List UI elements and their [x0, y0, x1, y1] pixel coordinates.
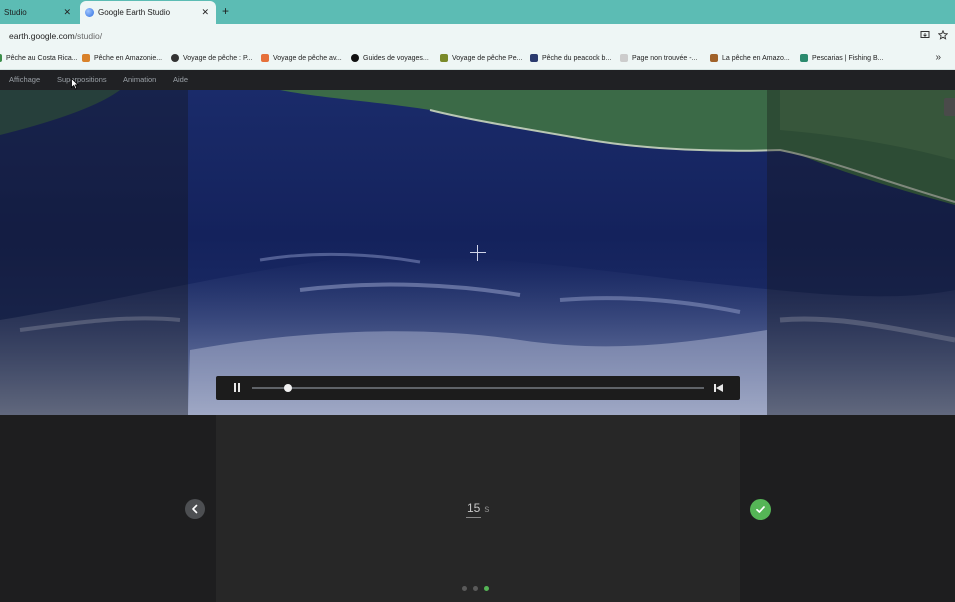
globe-icon — [171, 54, 179, 62]
more-bookmarks-icon[interactable]: » — [935, 52, 941, 63]
address-bar: earth.google.com/studio/ — [0, 24, 955, 48]
bookmark-item[interactable]: Voyage de pêche av... — [261, 54, 342, 62]
studio-menu-bar: Affichage Superpositions Animation Aide — [0, 70, 955, 90]
menu-aide[interactable]: Aide — [173, 75, 188, 84]
url-path: /studio/ — [74, 31, 103, 41]
bookmark-icon — [261, 54, 269, 62]
bookmark-item[interactable]: Pescarias | Fishing B... — [800, 54, 883, 62]
bookmark-icon — [351, 54, 359, 62]
confirm-button[interactable] — [750, 499, 771, 520]
bookmark-item[interactable]: Voyage de pêche Pe... — [440, 54, 522, 62]
url-field[interactable]: earth.google.com/studio/ — [9, 31, 102, 41]
preview-scrubber[interactable] — [252, 384, 704, 392]
page-icon — [620, 54, 628, 62]
preview-playbar — [216, 376, 740, 400]
mouse-cursor-icon — [71, 78, 79, 90]
close-icon[interactable]: ✕ — [201, 7, 209, 18]
bookmark-item[interactable]: Pêche en Amazonie... — [82, 54, 162, 62]
menu-superpositions[interactable]: Superpositions — [57, 75, 107, 84]
step-dot — [484, 586, 489, 591]
bookmark-item[interactable]: Guides de voyages... — [351, 54, 429, 62]
step-dot — [462, 586, 467, 591]
tab-studio[interactable]: Studio ✕ — [0, 1, 78, 24]
bookmarks-bar: Pêche au Costa Rica... Pêche en Amazonie… — [0, 48, 955, 70]
chevron-left-icon — [192, 504, 198, 514]
menu-affichage[interactable]: Affichage — [9, 75, 40, 84]
panel-toggle-handle[interactable] — [944, 98, 955, 116]
install-app-icon[interactable] — [920, 30, 930, 43]
bookmark-star-icon[interactable] — [937, 29, 949, 43]
pause-icon[interactable] — [232, 383, 242, 393]
browser-tab-bar: Studio ✕ Google Earth Studio ✕ + — [0, 0, 955, 24]
skip-to-start-icon[interactable] — [714, 382, 724, 394]
fish-icon — [800, 54, 808, 62]
frame-mask-left — [0, 90, 188, 415]
bookmark-icon — [710, 54, 718, 62]
google-earth-icon — [85, 8, 94, 17]
bookmark-icon — [530, 54, 538, 62]
bookmark-item[interactable]: La pêche en Amazo... — [710, 54, 790, 62]
new-tab-button[interactable]: + — [222, 4, 229, 18]
close-icon[interactable]: ✕ — [63, 7, 71, 18]
bookmark-item[interactable]: Voyage de pêche : P... — [171, 54, 253, 62]
back-button[interactable] — [185, 499, 205, 519]
bookmark-icon — [0, 54, 2, 62]
tab-label: Google Earth Studio — [98, 8, 171, 17]
duration-field[interactable]: 15 s — [466, 501, 489, 518]
bookmark-item[interactable]: Pêche au Costa Rica... — [0, 54, 78, 62]
crosshair-icon — [470, 245, 486, 261]
duration-unit: s — [484, 504, 490, 515]
url-host: earth.google.com — [9, 31, 75, 41]
project-setup-area: 15 s — [0, 415, 955, 602]
scrubber-thumb[interactable] — [284, 384, 293, 392]
bookmark-item[interactable]: Page non trouvée -... — [620, 54, 697, 62]
step-dot — [473, 586, 478, 591]
bookmark-icon — [82, 54, 90, 62]
checkmark-icon — [756, 506, 765, 513]
duration-value[interactable]: 15 — [466, 501, 482, 518]
menu-animation[interactable]: Animation — [123, 75, 156, 84]
earth-viewport[interactable] — [0, 90, 955, 415]
tab-google-earth-studio[interactable]: Google Earth Studio ✕ — [80, 1, 216, 24]
step-indicator — [462, 586, 489, 591]
frame-mask-right — [767, 90, 955, 415]
fish-icon — [440, 54, 448, 62]
bookmark-item[interactable]: Pêche du peacock b... — [530, 54, 611, 62]
tab-label: Studio — [4, 8, 27, 17]
